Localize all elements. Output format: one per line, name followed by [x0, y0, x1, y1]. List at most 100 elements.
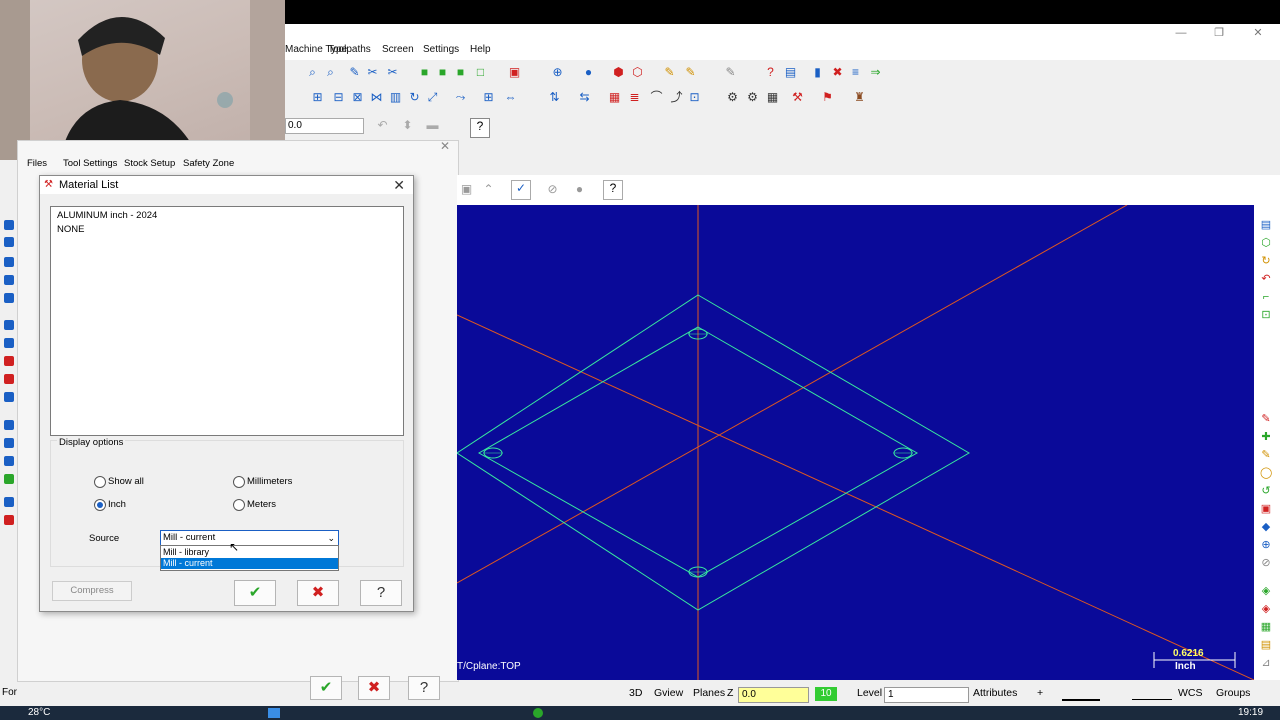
- zoom-out-icon[interactable]: ⌕: [323, 65, 338, 80]
- list-icon[interactable]: ≡: [848, 65, 863, 80]
- dimension-icon[interactable]: ⇅: [547, 90, 562, 105]
- panel-help-button[interactable]: ?: [408, 676, 440, 700]
- toolbar-help-icon[interactable]: ?: [470, 118, 490, 138]
- quick-icon-2[interactable]: [4, 237, 14, 247]
- z-depth-input[interactable]: 0.0: [738, 687, 809, 703]
- chevron-down-icon[interactable]: ⌄: [327, 531, 335, 545]
- list-item[interactable]: ALUMINUM inch - 2024: [57, 210, 157, 221]
- surface-icon[interactable]: ⬢: [611, 65, 626, 80]
- outline-cube-icon[interactable]: □: [473, 65, 488, 80]
- tab-tool-settings[interactable]: Tool Settings: [63, 158, 117, 169]
- weather-widget[interactable]: 28°C: [28, 707, 50, 718]
- r-icon-4[interactable]: ↶: [1260, 273, 1272, 285]
- point-style-icon[interactable]: +: [1037, 687, 1043, 699]
- move-icon[interactable]: ⊟: [331, 90, 346, 105]
- bracket-icon[interactable]: ▮: [810, 65, 825, 80]
- solid-cube-icon[interactable]: ■: [453, 65, 468, 80]
- transform-icon[interactable]: ⊞: [310, 90, 325, 105]
- line-style-select[interactable]: [1062, 685, 1100, 701]
- quick-icon-12[interactable]: [4, 438, 14, 448]
- radio-millimeters[interactable]: [233, 476, 245, 488]
- help-button[interactable]: ?: [360, 580, 402, 606]
- fit-icon[interactable]: ⊡: [687, 90, 702, 105]
- drafting-icon[interactable]: ✎: [723, 65, 738, 80]
- list-item[interactable]: NONE: [57, 224, 84, 235]
- menu-screen[interactable]: Screen: [382, 44, 414, 55]
- clear-icon[interactable]: ▬: [425, 118, 440, 133]
- quick-icon-9[interactable]: [4, 374, 14, 384]
- quick-icon-1[interactable]: [4, 220, 14, 230]
- quick-icon-3[interactable]: [4, 257, 14, 267]
- r-icon-19[interactable]: ▤: [1260, 639, 1272, 651]
- no-entry-icon[interactable]: ⊘: [545, 182, 560, 197]
- taskbar-app-icon[interactable]: [533, 708, 543, 718]
- machine-icon[interactable]: ⚑: [820, 90, 835, 105]
- r-icon-18[interactable]: ▦: [1260, 621, 1272, 633]
- trim-icon[interactable]: ✂: [385, 65, 400, 80]
- solid-edit-icon[interactable]: ⬡: [630, 65, 645, 80]
- attributes-button[interactable]: Attributes: [973, 687, 1017, 699]
- viewport-help-icon[interactable]: ?: [603, 180, 623, 200]
- minimize-icon[interactable]: —: [1166, 26, 1196, 40]
- pin-icon[interactable]: ⬍: [400, 118, 415, 133]
- r-icon-12[interactable]: ▣: [1260, 503, 1272, 515]
- wcs-button[interactable]: WCS: [1178, 687, 1203, 699]
- tab-stock-setup[interactable]: Stock Setup: [124, 158, 175, 169]
- quick-icon-11[interactable]: [4, 420, 14, 430]
- tool-icon[interactable]: ⚒: [790, 90, 805, 105]
- r-icon-10[interactable]: ◯: [1260, 467, 1272, 479]
- line-width-select[interactable]: [1132, 685, 1172, 700]
- r-icon-16[interactable]: ◈: [1260, 585, 1272, 597]
- fixture-icon[interactable]: ♜: [852, 90, 867, 105]
- ok-button[interactable]: ✔: [234, 580, 276, 606]
- offset-icon[interactable]: ⤳: [453, 90, 468, 105]
- wrap-icon[interactable]: ⇆: [577, 90, 592, 105]
- shaded-cube-icon[interactable]: ■: [417, 65, 432, 80]
- box-icon[interactable]: ▦: [765, 90, 780, 105]
- sphere-icon[interactable]: ●: [581, 65, 596, 80]
- r-icon-20[interactable]: ⊿: [1260, 657, 1272, 669]
- sphere-gray-icon[interactable]: ●: [572, 182, 587, 197]
- quick-icon-8[interactable]: [4, 356, 14, 366]
- r-icon-11[interactable]: ↺: [1260, 485, 1272, 497]
- r-icon-14[interactable]: ⊕: [1260, 539, 1272, 551]
- hatch-icon[interactable]: ≣: [627, 90, 642, 105]
- mode-3d-toggle[interactable]: 3D: [629, 687, 642, 699]
- dialog-close-icon[interactable]: ✕: [393, 177, 405, 194]
- zoom-fit-icon[interactable]: ⌕: [305, 65, 320, 80]
- array-icon[interactable]: ⊞: [481, 90, 496, 105]
- panel-close-icon[interactable]: ✕: [440, 139, 450, 153]
- layers-icon[interactable]: ▤: [783, 65, 798, 80]
- level-input[interactable]: 1: [884, 687, 969, 703]
- compress-button[interactable]: Compress: [52, 581, 132, 601]
- select-arrow-icon[interactable]: ✓: [511, 180, 531, 200]
- material-listbox[interactable]: ALUMINUM inch - 2024 NONE: [50, 206, 404, 436]
- quick-icon-15[interactable]: [4, 497, 14, 507]
- r-icon-9[interactable]: ✎: [1260, 449, 1272, 461]
- r-icon-15[interactable]: ⊘: [1260, 557, 1272, 569]
- radio-meters[interactable]: [233, 499, 245, 511]
- align-icon[interactable]: ▥: [388, 90, 403, 105]
- edit-chain-icon[interactable]: ✎: [683, 65, 698, 80]
- back-icon[interactable]: ↶: [375, 118, 390, 133]
- note-icon[interactable]: ⌒: [649, 90, 664, 105]
- r-icon-6[interactable]: ⊡: [1260, 309, 1272, 321]
- r-icon-5[interactable]: ⌐: [1260, 291, 1272, 303]
- r-icon-3[interactable]: ↻: [1260, 255, 1272, 267]
- menu-settings[interactable]: Settings: [423, 44, 459, 55]
- cube-view-icon[interactable]: ▣: [459, 182, 474, 197]
- r-icon-1[interactable]: ▤: [1260, 219, 1272, 231]
- settings-gear-icon[interactable]: ⚙: [745, 90, 760, 105]
- groups-button[interactable]: Groups: [1216, 687, 1250, 699]
- quick-icon-6[interactable]: [4, 320, 14, 330]
- r-icon-13[interactable]: ◆: [1260, 521, 1272, 533]
- grid-icon[interactable]: ▦: [607, 90, 622, 105]
- panel-ok-button[interactable]: ✔: [310, 676, 342, 700]
- quick-icon-5[interactable]: [4, 293, 14, 303]
- radio-show-all[interactable]: [94, 476, 106, 488]
- x-form-icon[interactable]: ✖: [830, 65, 845, 80]
- rotate-icon[interactable]: ↻: [407, 90, 422, 105]
- planes-button[interactable]: Planes: [693, 687, 725, 699]
- arrow-up-icon[interactable]: ⌃: [481, 182, 496, 197]
- restore-icon[interactable]: ❐: [1204, 26, 1234, 40]
